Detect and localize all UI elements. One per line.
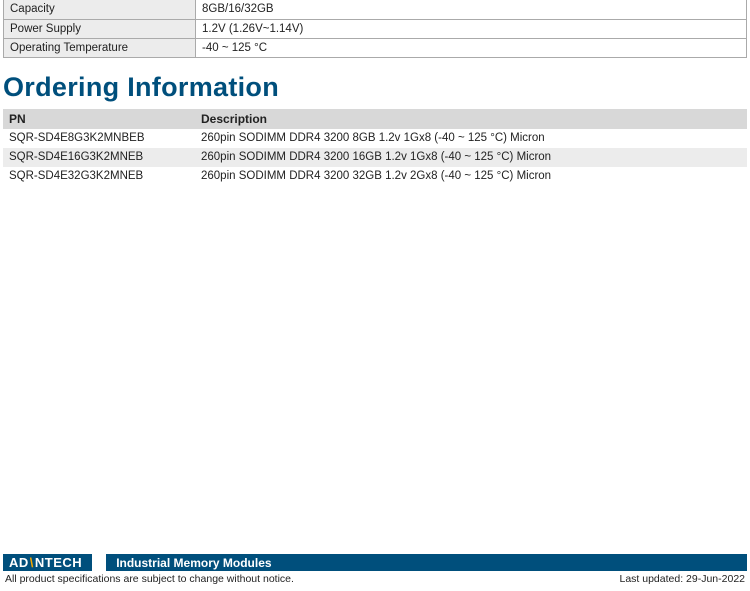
brand-slash-icon: \ xyxy=(30,555,34,570)
spec-value: -40 ~ 125 °C xyxy=(196,38,747,57)
footer: AD\NTECH Industrial Memory Modules All p… xyxy=(3,554,747,585)
cell-pn: SQR-SD4E8G3K2MNBEB xyxy=(3,129,195,148)
spec-label: Operating Temperature xyxy=(4,38,196,57)
table-row: Power Supply 1.2V (1.26V~1.14V) xyxy=(4,19,747,38)
cell-desc: 260pin SODIMM DDR4 3200 16GB 1.2v 1Gx8 (… xyxy=(195,148,747,167)
table-row: SQR-SD4E32G3K2MNEB 260pin SODIMM DDR4 32… xyxy=(3,167,747,186)
cell-pn: SQR-SD4E32G3K2MNEB xyxy=(3,167,195,186)
footer-gap xyxy=(92,554,106,571)
cell-pn: SQR-SD4E16G3K2MNEB xyxy=(3,148,195,167)
cell-desc: 260pin SODIMM DDR4 3200 8GB 1.2v 1Gx8 (-… xyxy=(195,129,747,148)
spec-label: Capacity xyxy=(4,0,196,19)
spec-table: Capacity 8GB/16/32GB Power Supply 1.2V (… xyxy=(3,0,747,58)
table-row: SQR-SD4E16G3K2MNEB 260pin SODIMM DDR4 32… xyxy=(3,148,747,167)
footer-disclaimer: All product specifications are subject t… xyxy=(5,573,294,585)
spec-value: 8GB/16/32GB xyxy=(196,0,747,19)
spec-value: 1.2V (1.26V~1.14V) xyxy=(196,19,747,38)
footer-last-updated: Last updated: 29-Jun-2022 xyxy=(619,573,745,585)
table-row: Capacity 8GB/16/32GB xyxy=(4,0,747,19)
brand-logo: AD\NTECH xyxy=(3,554,92,571)
brand-text-right: NTECH xyxy=(35,555,82,570)
table-row: SQR-SD4E8G3K2MNBEB 260pin SODIMM DDR4 32… xyxy=(3,129,747,148)
spec-label: Power Supply xyxy=(4,19,196,38)
footer-category: Industrial Memory Modules xyxy=(106,554,747,571)
ordering-table: PN Description SQR-SD4E8G3K2MNBEB 260pin… xyxy=(3,109,747,186)
footer-line: All product specifications are subject t… xyxy=(3,573,747,585)
col-description: Description xyxy=(195,109,747,129)
ordering-heading: Ordering Information xyxy=(3,72,747,103)
footer-bar: AD\NTECH Industrial Memory Modules xyxy=(3,554,747,571)
col-pn: PN xyxy=(3,109,195,129)
cell-desc: 260pin SODIMM DDR4 3200 32GB 1.2v 2Gx8 (… xyxy=(195,167,747,186)
brand-text-left: AD xyxy=(9,555,29,570)
table-row: Operating Temperature -40 ~ 125 °C xyxy=(4,38,747,57)
table-header-row: PN Description xyxy=(3,109,747,129)
